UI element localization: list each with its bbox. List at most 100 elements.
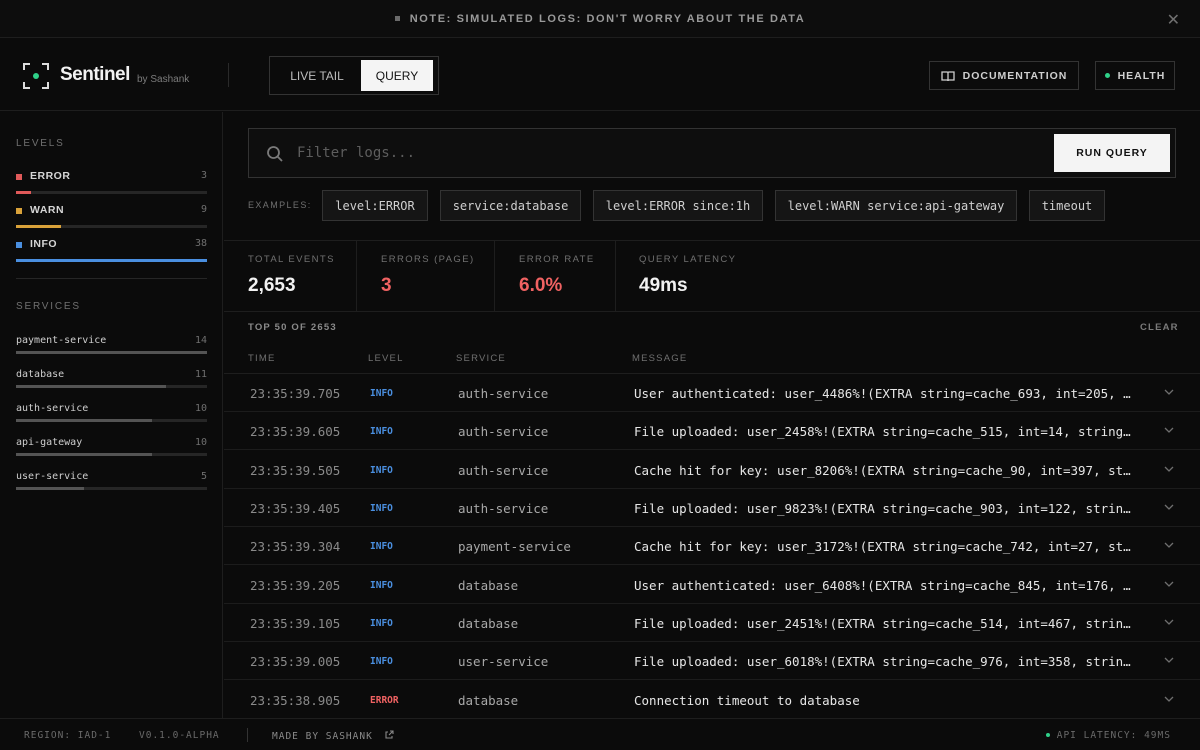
stat-divider	[494, 241, 495, 311]
log-time: 23:35:39.005	[250, 654, 341, 669]
chevron-down-icon[interactable]	[1163, 693, 1175, 705]
services-title: SERVICES	[16, 301, 81, 312]
made-by-link[interactable]: MADE BY SASHANK	[272, 730, 394, 742]
log-message: Connection timeout to database	[634, 693, 860, 708]
log-service: auth-service	[458, 386, 549, 401]
documentation-button[interactable]: DOCUMENTATION	[929, 61, 1079, 90]
log-time: 23:35:39.405	[250, 501, 341, 516]
level-name: WARN	[30, 204, 65, 216]
region-text: REGION: IAD-1	[24, 730, 112, 741]
example-chip[interactable]: level:ERROR	[322, 190, 428, 221]
table-row[interactable]: 23:35:38.905 ERROR database Connection time…	[224, 681, 1200, 719]
chevron-down-icon[interactable]	[1163, 424, 1175, 436]
sentinel-logo-icon	[23, 63, 49, 89]
chevron-down-icon[interactable]	[1163, 616, 1175, 628]
log-message: Cache hit for key: user_3172%!(EXTRA str…	[634, 539, 1134, 554]
service-filter-database[interactable]: database 11	[16, 369, 207, 393]
service-bar-fill	[16, 487, 85, 490]
table-row[interactable]: 23:35:39.205 INFO database User authenticat…	[224, 566, 1200, 604]
sidebar-divider	[16, 278, 207, 279]
service-bar	[16, 453, 207, 456]
level-filter-error[interactable]: ERROR 3	[16, 170, 207, 196]
service-name: auth-service	[16, 403, 89, 414]
chevron-down-icon[interactable]	[1163, 654, 1175, 666]
log-message: Cache hit for key: user_8206%!(EXTRA str…	[634, 463, 1134, 478]
service-bar-fill	[16, 419, 153, 422]
service-filter-auth-service[interactable]: auth-service 10	[16, 403, 207, 427]
health-label: HEALTH	[1117, 69, 1166, 82]
chevron-down-icon[interactable]	[1163, 539, 1175, 551]
header-divider	[228, 63, 229, 87]
log-level-badge: INFO	[370, 541, 393, 552]
tab-live-tail[interactable]: LIVE TAIL	[273, 60, 361, 91]
app-header: Sentinel by Sashank LIVE TAIL QUERY DOCU…	[0, 39, 1200, 111]
table-row[interactable]: 23:35:39.505 INFO auth-service Cache hit fo…	[224, 451, 1200, 489]
footer-divider	[247, 728, 248, 742]
service-count: 10	[194, 403, 207, 414]
example-chip[interactable]: level:ERROR since:1h	[593, 190, 763, 221]
log-service: auth-service	[458, 501, 549, 516]
stat-error-rate-label: ERROR RATE	[519, 254, 595, 265]
example-chip[interactable]: service:database	[440, 190, 581, 221]
close-icon[interactable]: ✕	[1167, 10, 1180, 30]
stat-total-value: 2,653	[248, 275, 296, 296]
table-row[interactable]: 23:35:39.605 INFO auth-service File uploade…	[224, 412, 1200, 450]
notice-text-wrap: NOTE: SIMULATED LOGS: DON'T WORRY ABOUT …	[394, 13, 806, 25]
level-color-icon	[16, 208, 22, 214]
chevron-down-icon[interactable]	[1163, 501, 1175, 513]
service-count: 10	[194, 437, 207, 448]
level-filter-info[interactable]: INFO 38	[16, 238, 207, 264]
level-filter-warn[interactable]: WARN 9	[16, 204, 207, 230]
example-chip[interactable]: timeout	[1029, 190, 1105, 221]
chevron-down-icon[interactable]	[1163, 463, 1175, 475]
api-latency-text: API LATENCY: 49MS	[1056, 730, 1171, 741]
column-header-level: LEVEL	[368, 353, 404, 364]
level-bar-fill	[16, 259, 207, 262]
service-count: 11	[194, 369, 207, 380]
stat-total-label: TOTAL EVENTS	[248, 254, 335, 265]
stat-latency-label: QUERY LATENCY	[639, 254, 737, 265]
clear-button[interactable]: CLEAR	[1140, 322, 1179, 333]
service-bar	[16, 487, 207, 490]
service-bar-fill	[16, 351, 207, 354]
table-row[interactable]: 23:35:39.705 INFO auth-service User authent…	[224, 374, 1200, 412]
documentation-label: DOCUMENTATION	[962, 69, 1068, 82]
log-message: File uploaded: user_6018%!(EXTRA string=…	[634, 654, 1134, 669]
chevron-down-icon[interactable]	[1163, 578, 1175, 590]
log-level-badge: INFO	[370, 388, 393, 399]
api-latency-status: API LATENCY: 49MS	[1046, 730, 1171, 741]
level-count: 3	[200, 170, 207, 181]
service-bar	[16, 385, 207, 388]
log-level-badge: INFO	[370, 465, 393, 476]
table-row[interactable]: 23:35:39.105 INFO database File uploaded: u…	[224, 604, 1200, 642]
api-status-icon	[1046, 733, 1050, 737]
log-service: auth-service	[458, 463, 549, 478]
table-row[interactable]: 23:35:39.405 INFO auth-service File uploade…	[224, 489, 1200, 527]
sidebar: LEVELS ERROR 3 WARN 9 INFO 38 SERVICES paymen…	[0, 112, 223, 718]
log-service: payment-service	[458, 539, 571, 554]
log-time: 23:35:38.905	[250, 693, 341, 708]
run-query-button[interactable]: RUN QUERY	[1054, 134, 1170, 172]
service-count: 5	[200, 471, 207, 482]
stats-divider	[224, 240, 1200, 241]
log-level-badge: INFO	[370, 503, 393, 514]
service-filter-user-service[interactable]: user-service 5	[16, 471, 207, 495]
service-filter-payment-service[interactable]: payment-service 14	[16, 335, 207, 359]
filter-input[interactable]	[297, 138, 1037, 168]
level-name: INFO	[30, 238, 58, 250]
health-button[interactable]: HEALTH	[1095, 61, 1175, 90]
stats-divider	[224, 311, 1200, 312]
service-filter-api-gateway[interactable]: api-gateway 10	[16, 437, 207, 461]
table-row[interactable]: 23:35:39.304 INFO payment-service Cache hit…	[224, 527, 1200, 565]
example-chip[interactable]: level:WARN service:api-gateway	[775, 190, 1017, 221]
examples-label: EXAMPLES:	[248, 200, 312, 210]
log-level-badge: INFO	[370, 580, 393, 591]
log-time: 23:35:39.205	[250, 578, 341, 593]
tab-query[interactable]: QUERY	[361, 60, 433, 91]
service-name: database	[16, 369, 65, 380]
log-time: 23:35:39.605	[250, 424, 341, 439]
table-row[interactable]: 23:35:39.005 INFO user-service File uploade…	[224, 642, 1200, 680]
level-bar	[16, 191, 207, 194]
chevron-down-icon[interactable]	[1163, 386, 1175, 398]
service-name: payment-service	[16, 335, 107, 346]
